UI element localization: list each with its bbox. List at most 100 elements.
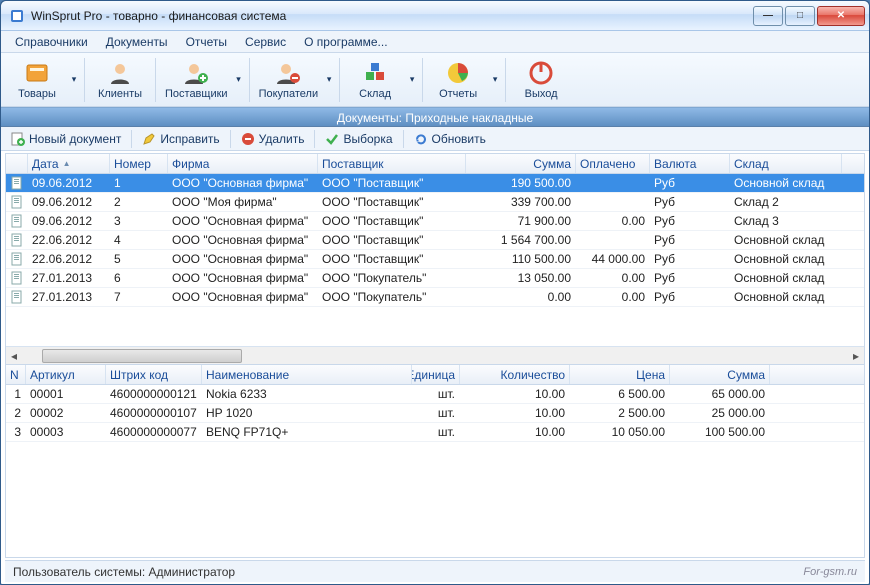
scroll-left-icon[interactable]: ◂ [6,348,22,364]
maximize-button[interactable]: □ [785,6,815,26]
col-paid[interactable]: Оплачено [576,154,650,173]
close-button[interactable]: ✕ [817,6,865,26]
col-supplier[interactable]: Поставщик [318,154,466,173]
toolbar-clients[interactable]: Клиенты [88,55,152,105]
person-icon [107,60,133,86]
scroll-right-icon[interactable]: ▸ [848,348,864,364]
toolbar-reports[interactable]: Отчеты [426,55,490,105]
toolbar-stock-dropdown[interactable]: ▾ [405,55,419,105]
delete-label: Удалить [259,132,305,146]
col-warehouse[interactable]: Склад [730,154,842,173]
toolbar-buyers[interactable]: Покупатели [253,55,325,105]
menu-servis[interactable]: Сервис [237,33,294,51]
toolbar-stock[interactable]: Склад [343,55,407,105]
cell-firm: ООО "Основная фирма" [168,289,318,305]
toolbar-vendors[interactable]: Поставщики [159,55,234,105]
table-row[interactable]: 1000014600000000121Nokia 6233шт.10.006 5… [6,385,864,404]
toolbar-clients-label: Клиенты [98,88,142,100]
toolbar-goods[interactable]: Товары [5,55,69,105]
documents-h-scrollbar[interactable]: ◂ ▸ [6,346,864,364]
table-row[interactable]: 27.01.20136ООО "Основная фирма"ООО "Поку… [6,269,864,288]
col-number[interactable]: Номер [110,154,168,173]
col-article[interactable]: Артикул [26,365,106,384]
table-row[interactable]: 22.06.20124ООО "Основная фирма"ООО "Пост… [6,231,864,250]
cell-total: 100 500.00 [670,424,770,440]
table-row[interactable]: 09.06.20122ООО "Моя фирма"ООО "Поставщик… [6,193,864,212]
cell-number: 7 [110,289,168,305]
edit-button[interactable]: Исправить [136,130,225,148]
menu-about[interactable]: О программе... [296,33,395,51]
col-unit[interactable]: Единица [412,365,460,384]
pencil-icon [142,132,156,146]
window-title: WinSprut Pro - товарно - финансовая сист… [31,9,751,23]
person-minus-icon [275,60,301,86]
toolbar-goods-label: Товары [18,88,56,100]
cell-sum: 1 564 700.00 [466,232,576,248]
power-icon [528,60,554,86]
cell-number: 5 [110,251,168,267]
col-currency[interactable]: Валюта [650,154,730,173]
col-firm[interactable]: Фирма [168,154,318,173]
person-plus-icon [183,60,209,86]
table-row[interactable]: 22.06.20125ООО "Основная фирма"ООО "Пост… [6,250,864,269]
cell-date: 09.06.2012 [28,194,110,210]
filter-button[interactable]: Выборка [319,130,398,148]
cell-firm: ООО "Основная фирма" [168,175,318,191]
menu-documenty[interactable]: Документы [98,33,176,51]
menu-otchety[interactable]: Отчеты [178,33,235,51]
col-sum[interactable]: Сумма [466,154,576,173]
cell-warehouse: Основной склад [730,289,842,305]
cell-unit: шт. [412,405,460,421]
cell-price: 6 500.00 [570,386,670,402]
table-row[interactable]: 3000034600000000077BENQ FP71Q+шт.10.0010… [6,423,864,442]
minimize-button[interactable]: — [753,6,783,26]
col-barcode[interactable]: Штрих код [106,365,202,384]
refresh-button[interactable]: Обновить [408,130,492,148]
col-total[interactable]: Сумма [670,365,770,384]
col-date[interactable]: Дата▲ [28,154,110,173]
cell-qty: 10.00 [460,386,570,402]
col-qty[interactable]: Количество [460,365,570,384]
new-document-button[interactable]: Новый документ [5,130,127,148]
menu-spravochniki[interactable]: Справочники [7,33,96,51]
cell-barcode: 4600000000121 [106,386,202,402]
cell-date: 22.06.2012 [28,232,110,248]
documents-toolbar: Новый документ Исправить Удалить Выборка… [1,127,869,151]
cell-sum: 110 500.00 [466,251,576,267]
cell-paid [576,182,650,184]
cell-firm: ООО "Моя фирма" [168,194,318,210]
delete-icon [241,132,255,146]
delete-button[interactable]: Удалить [235,130,311,148]
col-n[interactable]: N [6,365,26,384]
cell-date: 09.06.2012 [28,213,110,229]
items-grid-body[interactable]: 1000014600000000121Nokia 6233шт.10.006 5… [6,385,864,557]
toolbar-reports-dropdown[interactable]: ▾ [488,55,502,105]
col-icon[interactable] [6,154,28,173]
cell-name: Nokia 6233 [202,386,412,402]
cell-supplier: ООО "Поставщик" [318,251,466,267]
table-row[interactable]: 09.06.20123ООО "Основная фирма"ООО "Пост… [6,212,864,231]
cell-unit: шт. [412,424,460,440]
items-grid: N Артикул Штрих код Наименование Единица… [6,364,864,557]
table-row[interactable]: 2000024600000000107HP 1020шт.10.002 500.… [6,404,864,423]
col-name[interactable]: Наименование [202,365,412,384]
toolbar-exit[interactable]: Выход [509,55,573,105]
toolbar-vendors-label: Поставщики [165,88,228,100]
col-price[interactable]: Цена [570,365,670,384]
document-icon [6,233,28,247]
toolbar-vendors-dropdown[interactable]: ▾ [232,55,246,105]
scroll-thumb[interactable] [42,349,242,363]
table-row[interactable]: 09.06.20121ООО "Основная фирма"ООО "Пост… [6,174,864,193]
toolbar-buyers-dropdown[interactable]: ▾ [322,55,336,105]
cell-currency: Руб [650,194,730,210]
toolbar-goods-dropdown[interactable]: ▾ [67,55,81,105]
cell-supplier: ООО "Поставщик" [318,232,466,248]
cell-warehouse: Склад 2 [730,194,842,210]
status-bar: Пользователь системы: Администратор For-… [5,560,865,582]
table-row[interactable]: 27.01.20137ООО "Основная фирма"ООО "Поку… [6,288,864,307]
cell-firm: ООО "Основная фирма" [168,251,318,267]
documents-grid-body[interactable]: 09.06.20121ООО "Основная фирма"ООО "Пост… [6,174,864,346]
cell-warehouse: Склад 3 [730,213,842,229]
cell-date: 27.01.2013 [28,270,110,286]
footer-site: For-gsm.ru [803,566,857,578]
